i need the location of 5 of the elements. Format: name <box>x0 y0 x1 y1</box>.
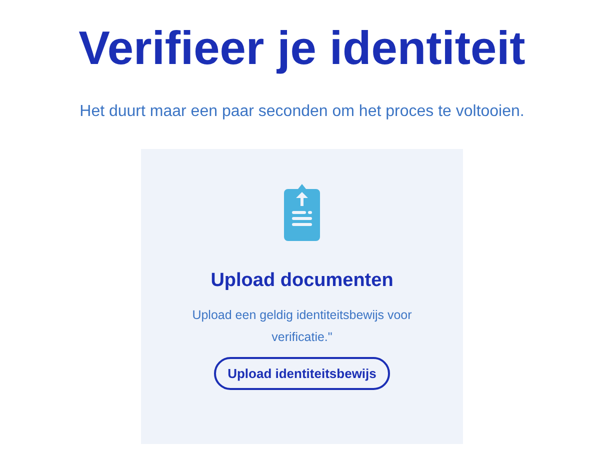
upload-button[interactable]: Upload identiteitsbewijs <box>214 356 390 390</box>
card-description: Upload een geldig identiteitsbewijs voor verificatie." <box>191 306 413 346</box>
page-subtitle: Het duurt maar een paar seconden om het proces te voltooien. <box>80 102 524 122</box>
page-title: Verifieer je identiteit <box>78 20 526 76</box>
card-heading: Upload documenten <box>210 269 394 293</box>
